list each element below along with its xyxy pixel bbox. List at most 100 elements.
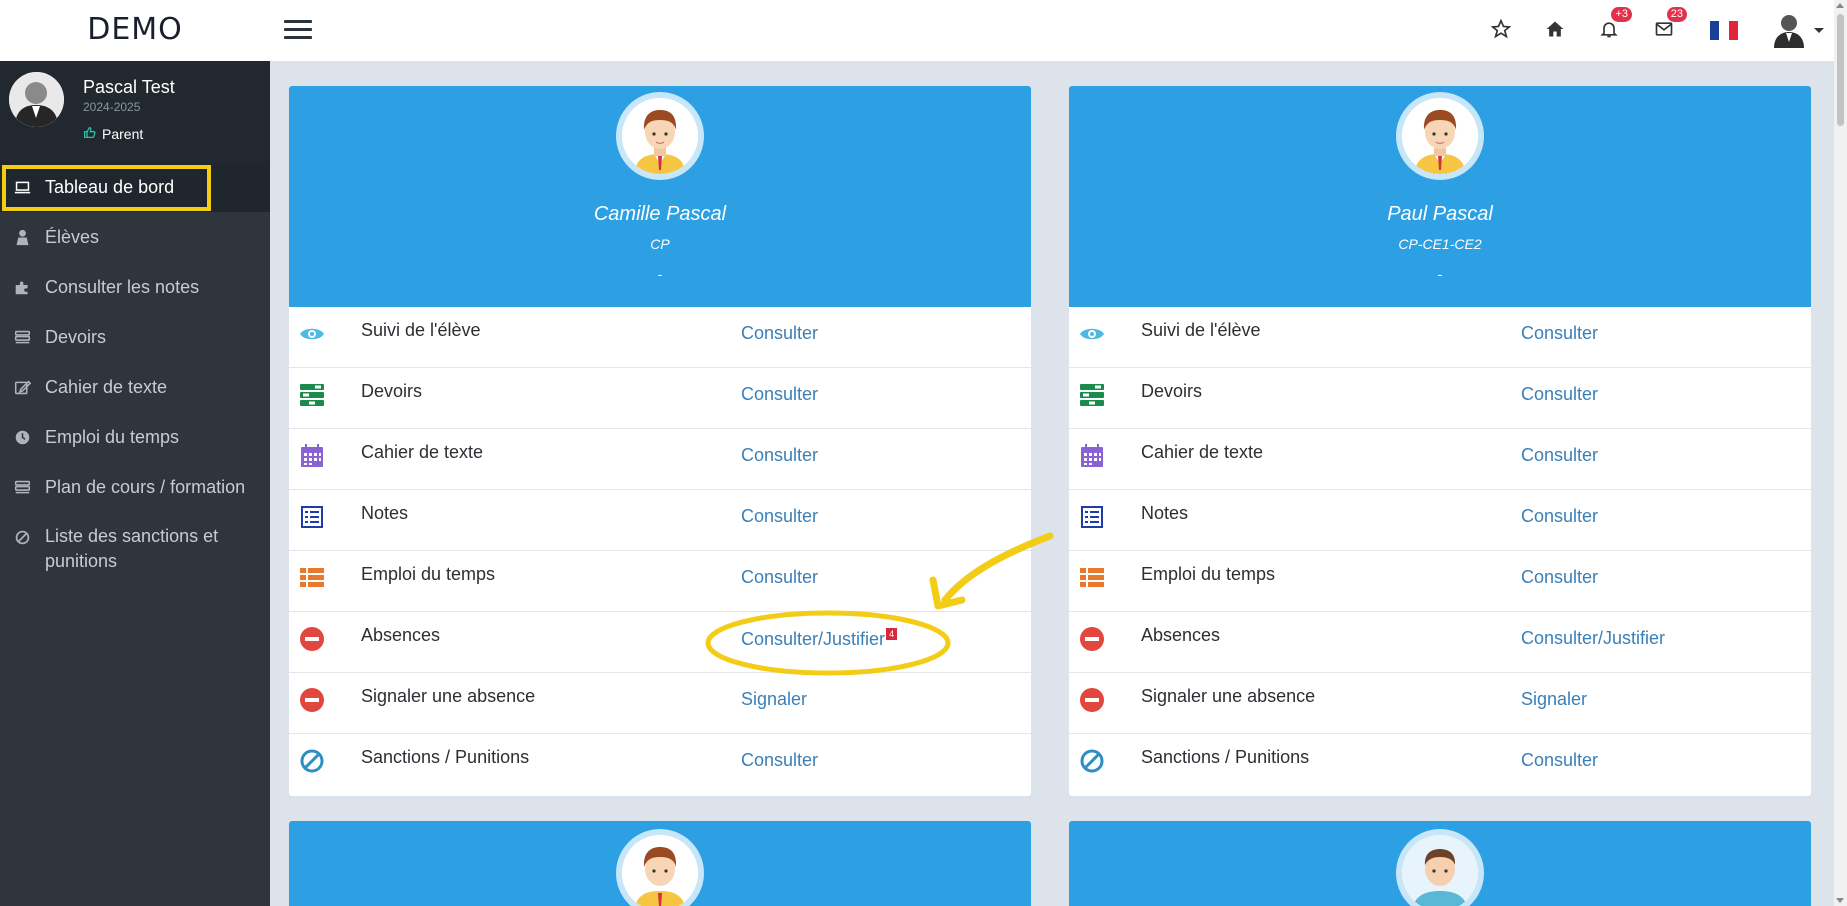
absence-count-badge: 4 bbox=[886, 628, 898, 640]
sidebar-item-consulter-notes[interactable]: Consulter les notes bbox=[0, 262, 270, 312]
profile-panel: Pascal Test 2024-2025 Parent bbox=[0, 61, 270, 162]
sidebar-item-label: Devoirs bbox=[45, 326, 107, 347]
student-card: Paul Pascal CP-CE1-CE2 - Suivi de l'élèv… bbox=[1069, 86, 1811, 796]
user-menu-avatar[interactable] bbox=[1772, 12, 1806, 48]
list-item: Sanctions / Punitions Consulter bbox=[1069, 734, 1811, 795]
student-avatar bbox=[1396, 829, 1484, 906]
minus-circle-icon bbox=[1079, 687, 1105, 713]
list-item: Absences Consulter/Justifier 4 bbox=[289, 612, 1031, 673]
profile-role-label: Parent bbox=[102, 126, 144, 142]
row-label: Emploi du temps bbox=[361, 564, 496, 584]
minus-circle-icon bbox=[299, 626, 325, 652]
consult-link[interactable]: Consulter bbox=[1521, 445, 1598, 466]
row-label: Sanctions / Punitions bbox=[361, 747, 530, 767]
row-label: Notes bbox=[361, 503, 409, 523]
list-item: Sanctions / Punitions Consulter bbox=[289, 734, 1031, 795]
consult-link[interactable]: Consulter bbox=[1521, 750, 1598, 771]
student-card-partial bbox=[1069, 821, 1811, 906]
scroll-down-arrow[interactable] bbox=[1836, 898, 1844, 903]
consult-link[interactable]: Consulter bbox=[741, 384, 818, 405]
row-label: Devoirs bbox=[361, 381, 423, 401]
list-item: Notes Consulter bbox=[1069, 490, 1811, 551]
student-class: CP-CE1-CE2 bbox=[1398, 236, 1482, 252]
student-name: Camille Pascal bbox=[593, 203, 727, 225]
th-list-icon bbox=[299, 565, 325, 591]
tasks-icon bbox=[299, 382, 325, 408]
student-avatar bbox=[616, 92, 704, 180]
row-label: Signaler une absence bbox=[361, 686, 536, 706]
consult-link[interactable]: Consulter bbox=[1521, 567, 1598, 588]
sidebar-item-label: Liste des sanctions et punitions bbox=[45, 526, 219, 571]
laptop-icon bbox=[13, 178, 31, 196]
bell-icon[interactable]: +3 bbox=[1594, 7, 1632, 44]
stack-icon bbox=[13, 478, 31, 496]
page-scrollbar[interactable] bbox=[1834, 0, 1847, 906]
consult-link[interactable]: Consulter bbox=[741, 323, 818, 344]
thumbs-up-icon bbox=[83, 126, 96, 142]
row-label: Signaler une absence bbox=[1141, 686, 1316, 706]
student-card: Camille Pascal CP - Suivi de l'élève Con… bbox=[289, 86, 1031, 796]
list-item: Cahier de texte Consulter bbox=[1069, 429, 1811, 490]
sidebar-item-label: Plan de cours / formation bbox=[45, 476, 246, 497]
consult-link[interactable]: Consulter bbox=[741, 567, 818, 588]
sidebar-item-plan-de-cours[interactable]: Plan de cours / formation bbox=[0, 462, 270, 512]
list-item: Emploi du temps Consulter bbox=[1069, 551, 1811, 612]
chevron-down-icon[interactable] bbox=[1814, 28, 1824, 33]
consult-link[interactable]: Consulter bbox=[1521, 506, 1598, 527]
list-item: Signaler une absence Signaler bbox=[1069, 673, 1811, 734]
report-link[interactable]: Signaler bbox=[741, 689, 807, 710]
consult-link[interactable]: Consulter bbox=[1521, 384, 1598, 405]
student-card-header: Paul Pascal CP-CE1-CE2 - bbox=[1069, 86, 1811, 307]
row-label: Absences bbox=[1141, 625, 1221, 645]
sidebar-item-label: Cahier de texte bbox=[45, 376, 168, 397]
envelope-icon[interactable]: 23 bbox=[1649, 7, 1687, 44]
profile-role: Parent bbox=[83, 126, 143, 142]
stack-icon bbox=[13, 328, 31, 346]
sidebar-item-sanctions[interactable]: Liste des sanctions et punitions bbox=[0, 512, 270, 587]
messages-badge: 23 bbox=[1666, 7, 1687, 22]
sidebar-item-cahier-de-texte[interactable]: Cahier de texte bbox=[0, 362, 270, 412]
minus-circle-icon bbox=[1079, 626, 1105, 652]
star-icon[interactable] bbox=[1486, 14, 1516, 44]
consult-link[interactable]: Consulter bbox=[741, 445, 818, 466]
list-item: Notes Consulter bbox=[289, 490, 1031, 551]
home-icon[interactable] bbox=[1540, 14, 1570, 44]
sidebar-item-label: Élèves bbox=[45, 226, 100, 247]
report-link[interactable]: Signaler bbox=[1521, 689, 1587, 710]
student-card-partial bbox=[289, 821, 1031, 906]
french-flag-icon[interactable] bbox=[1710, 21, 1738, 40]
notifications-badge: +3 bbox=[1611, 7, 1632, 22]
scroll-up-arrow[interactable] bbox=[1836, 3, 1844, 8]
sidebar-item-tableau-de-bord[interactable]: Tableau de bord bbox=[0, 162, 270, 212]
list-item: Signaler une absence Signaler bbox=[289, 673, 1031, 734]
puzzle-icon bbox=[13, 278, 31, 296]
list-item: Suivi de l'élève Consulter bbox=[289, 307, 1031, 368]
student-card-header: Camille Pascal CP - bbox=[289, 86, 1031, 307]
row-label: Sanctions / Punitions bbox=[1141, 747, 1310, 767]
list-item: Emploi du temps Consulter bbox=[289, 551, 1031, 612]
profile-year: 2024-2025 bbox=[83, 100, 141, 114]
list-item: Devoirs Consulter bbox=[289, 368, 1031, 429]
student-extra: - bbox=[1437, 266, 1443, 282]
scroll-thumb[interactable] bbox=[1837, 14, 1844, 126]
student-avatar bbox=[1396, 92, 1484, 180]
sidebar-item-emploi-du-temps[interactable]: Emploi du temps bbox=[0, 412, 270, 462]
link-text: Consulter/Justifier bbox=[741, 629, 886, 649]
consult-link[interactable]: Consulter bbox=[741, 506, 818, 527]
sidebar-item-eleves[interactable]: Élèves bbox=[0, 212, 270, 262]
tasks-icon bbox=[1079, 382, 1105, 408]
brand-logo[interactable]: DEMO bbox=[0, 0, 270, 61]
list-item: Suivi de l'élève Consulter bbox=[1069, 307, 1811, 368]
consult-justify-link[interactable]: Consulter/Justifier bbox=[1521, 628, 1665, 649]
sidebar-item-devoirs[interactable]: Devoirs bbox=[0, 312, 270, 362]
row-label: Emploi du temps bbox=[1141, 564, 1276, 584]
menu-toggle-icon[interactable] bbox=[284, 20, 312, 40]
minus-circle-icon bbox=[299, 687, 325, 713]
consult-link[interactable]: Consulter bbox=[741, 750, 818, 771]
top-navbar: DEMO +3 23 bbox=[0, 0, 1834, 61]
consult-justify-link[interactable]: Consulter/Justifier 4 bbox=[741, 628, 898, 650]
calendar-icon bbox=[299, 443, 325, 469]
edit-icon bbox=[13, 378, 31, 396]
consult-link[interactable]: Consulter bbox=[1521, 323, 1598, 344]
ban-icon bbox=[1079, 748, 1105, 774]
